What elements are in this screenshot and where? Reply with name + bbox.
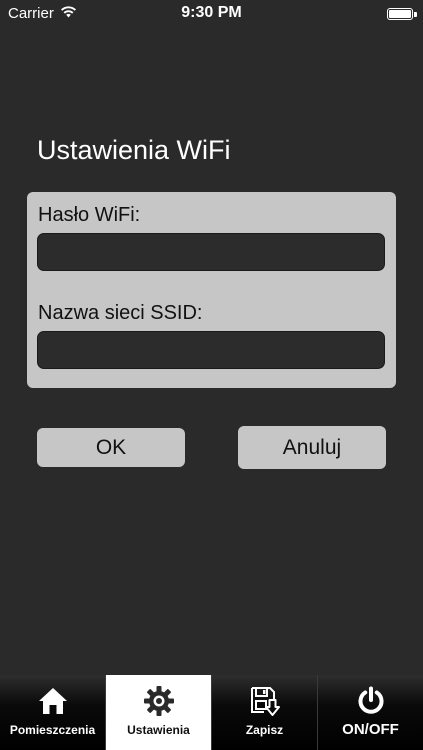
page-title: Ustawienia WiFi: [37, 135, 231, 165]
ssid-label: Nazwa sieci SSID:: [38, 302, 203, 324]
wifi-settings-panel: Hasło WiFi: Nazwa sieci SSID:: [27, 192, 396, 388]
tab-label-on-off: ON/OFF: [342, 721, 399, 738]
gear-icon: [106, 684, 211, 718]
save-icon: [212, 684, 317, 718]
power-icon: [318, 684, 423, 718]
tab-label-pomieszczenia: Pomieszczenia: [9, 723, 96, 737]
cancel-button[interactable]: Anuluj: [238, 426, 386, 469]
status-bar: Carrier 9:30 PM: [0, 0, 423, 28]
home-icon: [0, 684, 105, 718]
tab-label-zapisz: Zapisz: [245, 723, 284, 737]
ok-button[interactable]: OK: [37, 428, 185, 467]
tab-on-off[interactable]: ON/OFF: [318, 675, 423, 750]
battery-tip: [414, 12, 417, 17]
tab-ustawienia[interactable]: Ustawienia: [106, 675, 212, 750]
battery-fill: [389, 10, 411, 18]
password-label: Hasło WiFi:: [38, 204, 141, 226]
battery-icon: [387, 8, 413, 20]
tab-pomieszczenia[interactable]: Pomieszczenia: [0, 675, 106, 750]
ssid-input[interactable]: [37, 331, 385, 369]
tab-bar: Pomieszczenia Ustawienia Zapisz ON/OFF: [0, 675, 423, 750]
wifi-password-input[interactable]: [37, 233, 385, 271]
tab-label-ustawienia: Ustawienia: [127, 723, 190, 737]
tab-zapisz[interactable]: Zapisz: [212, 675, 318, 750]
status-time: 9:30 PM: [181, 4, 242, 21]
